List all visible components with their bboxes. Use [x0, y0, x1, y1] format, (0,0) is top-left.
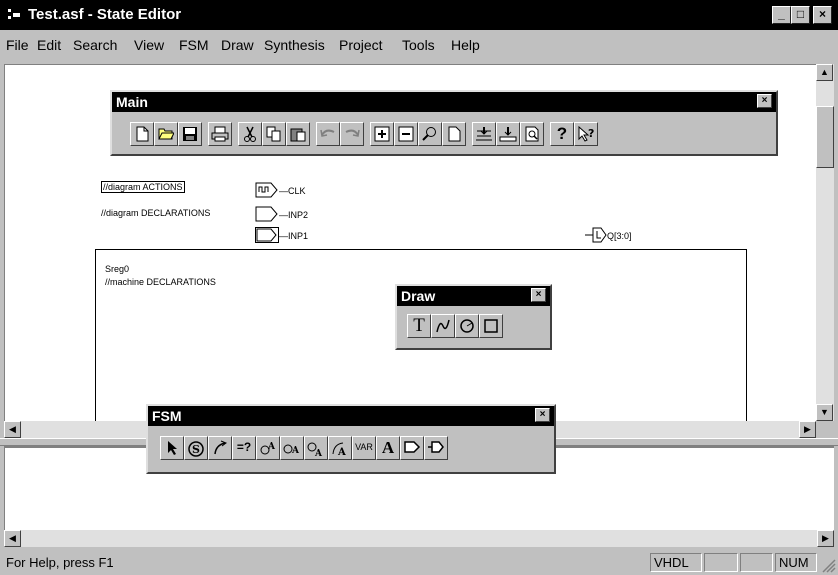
menu-bar: File Edit Search View FSM Draw Synthesis… [0, 30, 838, 60]
save-icon[interactable] [178, 122, 202, 146]
machine-name[interactable]: Sreg0 [105, 264, 129, 274]
input-port-tool-icon[interactable] [400, 436, 424, 460]
status-pane-empty-1 [704, 553, 738, 572]
draw-toolbar-titlebar[interactable]: Draw × [397, 286, 550, 306]
svg-text:A: A [314, 449, 323, 458]
main-toolbar[interactable]: Main × ? ? [110, 90, 778, 156]
menu-help[interactable]: Help [451, 37, 480, 53]
clock-port-icon[interactable] [255, 182, 279, 198]
output-scroll-right-arrow-icon[interactable]: ▶ [817, 530, 834, 547]
new-file-icon[interactable] [130, 122, 154, 146]
condition-tool-icon[interactable]: =? [232, 436, 256, 460]
main-toolbar-close-icon[interactable]: × [757, 94, 772, 108]
select-pointer-icon[interactable] [160, 436, 184, 460]
menu-edit[interactable]: Edit [37, 37, 61, 53]
draw-curve-tool-icon[interactable] [431, 314, 455, 338]
page-margin [5, 65, 83, 421]
menu-fsm[interactable]: FSM [179, 37, 209, 53]
draw-text-tool-icon[interactable]: T [407, 314, 431, 338]
svg-text:A: A [337, 447, 346, 458]
zoom-out-icon[interactable] [394, 122, 418, 146]
transition-action-tool-icon[interactable]: A [328, 436, 352, 460]
copy-icon[interactable] [262, 122, 286, 146]
scroll-left-arrow-icon[interactable]: ◀ [4, 421, 21, 438]
menu-search[interactable]: Search [73, 37, 117, 53]
vertical-scrollbar[interactable]: ▲ ▼ [816, 64, 834, 421]
output-horizontal-scrollbar[interactable]: ◀ ▶ [4, 530, 834, 547]
zoom-in-icon[interactable] [370, 122, 394, 146]
app-icon[interactable] [7, 8, 21, 22]
print-icon[interactable] [208, 122, 232, 146]
svg-text:A: A [267, 442, 276, 452]
port-inp1-label: —INP1 [279, 231, 309, 241]
scroll-right-arrow-icon[interactable]: ▶ [799, 421, 816, 438]
status-pane-empty-2 [740, 553, 773, 572]
title-bar: Test.asf - State Editor _ □ × [0, 0, 838, 30]
exit-action-tool-icon[interactable]: A [304, 436, 328, 460]
vertical-scroll-thumb[interactable] [816, 106, 834, 168]
maximize-button[interactable]: □ [791, 6, 810, 24]
menu-view[interactable]: View [134, 37, 164, 53]
cut-icon[interactable] [238, 122, 262, 146]
fsm-toolbar-titlebar[interactable]: FSM × [148, 406, 554, 426]
variable-tool-icon[interactable]: VAR [352, 436, 376, 460]
context-help-icon[interactable]: ? [574, 122, 598, 146]
undo-icon[interactable] [316, 122, 340, 146]
menu-tools[interactable]: Tools [402, 37, 435, 53]
fsm-toolbar-close-icon[interactable]: × [535, 408, 550, 422]
scroll-up-arrow-icon[interactable]: ▲ [816, 64, 833, 81]
menu-draw[interactable]: Draw [221, 37, 254, 53]
status-language: VHDL [650, 553, 702, 572]
resize-grip-icon[interactable] [822, 559, 836, 573]
input-port-inp1-icon[interactable] [255, 227, 279, 243]
minimize-button[interactable]: _ [772, 6, 791, 24]
machine-declarations-label[interactable]: //machine DECLARATIONS [105, 277, 216, 287]
entry-action-tool-icon[interactable]: A [280, 436, 304, 460]
diagram-actions-label[interactable]: //diagram ACTIONS [101, 181, 185, 193]
draw-toolbar-close-icon[interactable]: × [531, 288, 546, 302]
zoom-page-icon[interactable] [442, 122, 466, 146]
port-inp2-label: —INP2 [279, 210, 309, 220]
transition-tool-icon[interactable] [208, 436, 232, 460]
paste-icon[interactable] [286, 122, 310, 146]
port-output-label: Q[3:0] [607, 231, 632, 241]
status-num: NUM [775, 553, 817, 572]
menu-synthesis[interactable]: Synthesis [264, 37, 325, 53]
draw-toolbar[interactable]: Draw × T [395, 284, 552, 350]
scroll-corner [816, 421, 834, 438]
compile-icon[interactable] [472, 122, 496, 146]
draw-rectangle-tool-icon[interactable] [479, 314, 503, 338]
input-port-inp2-icon[interactable] [255, 206, 279, 222]
fsm-toolbar[interactable]: FSM × S =? A A A A VAR A [146, 404, 556, 474]
view-hdl-icon[interactable] [520, 122, 544, 146]
status-help-text: For Help, press F1 [6, 555, 114, 570]
status-bar: For Help, press F1 VHDL NUM [0, 550, 838, 575]
zoom-window-icon[interactable] [418, 122, 442, 146]
open-folder-icon[interactable] [154, 122, 178, 146]
redo-icon[interactable] [340, 122, 364, 146]
window-title: Test.asf - State Editor [28, 6, 182, 23]
main-toolbar-titlebar[interactable]: Main × [112, 92, 776, 112]
scroll-down-arrow-icon[interactable]: ▼ [816, 404, 833, 421]
state-tool-icon[interactable]: S [184, 436, 208, 460]
state-action-tool-icon[interactable]: A [256, 436, 280, 460]
svg-text:A: A [291, 446, 300, 456]
close-button[interactable]: × [813, 6, 832, 24]
svg-text:S: S [192, 443, 200, 456]
port-clk-label: —CLK [279, 186, 306, 196]
help-icon[interactable]: ? [550, 122, 574, 146]
generate-hdl-icon[interactable] [496, 122, 520, 146]
svg-text:?: ? [588, 127, 594, 140]
menu-file[interactable]: File [6, 37, 29, 53]
menu-project[interactable]: Project [339, 37, 383, 53]
output-port-tool-icon[interactable] [424, 436, 448, 460]
output-scroll-left-arrow-icon[interactable]: ◀ [4, 530, 21, 547]
text-tool-icon[interactable]: A [376, 436, 400, 460]
draw-ellipse-tool-icon[interactable] [455, 314, 479, 338]
diagram-declarations-label[interactable]: //diagram DECLARATIONS [101, 208, 210, 218]
output-port-icon[interactable] [585, 227, 609, 243]
